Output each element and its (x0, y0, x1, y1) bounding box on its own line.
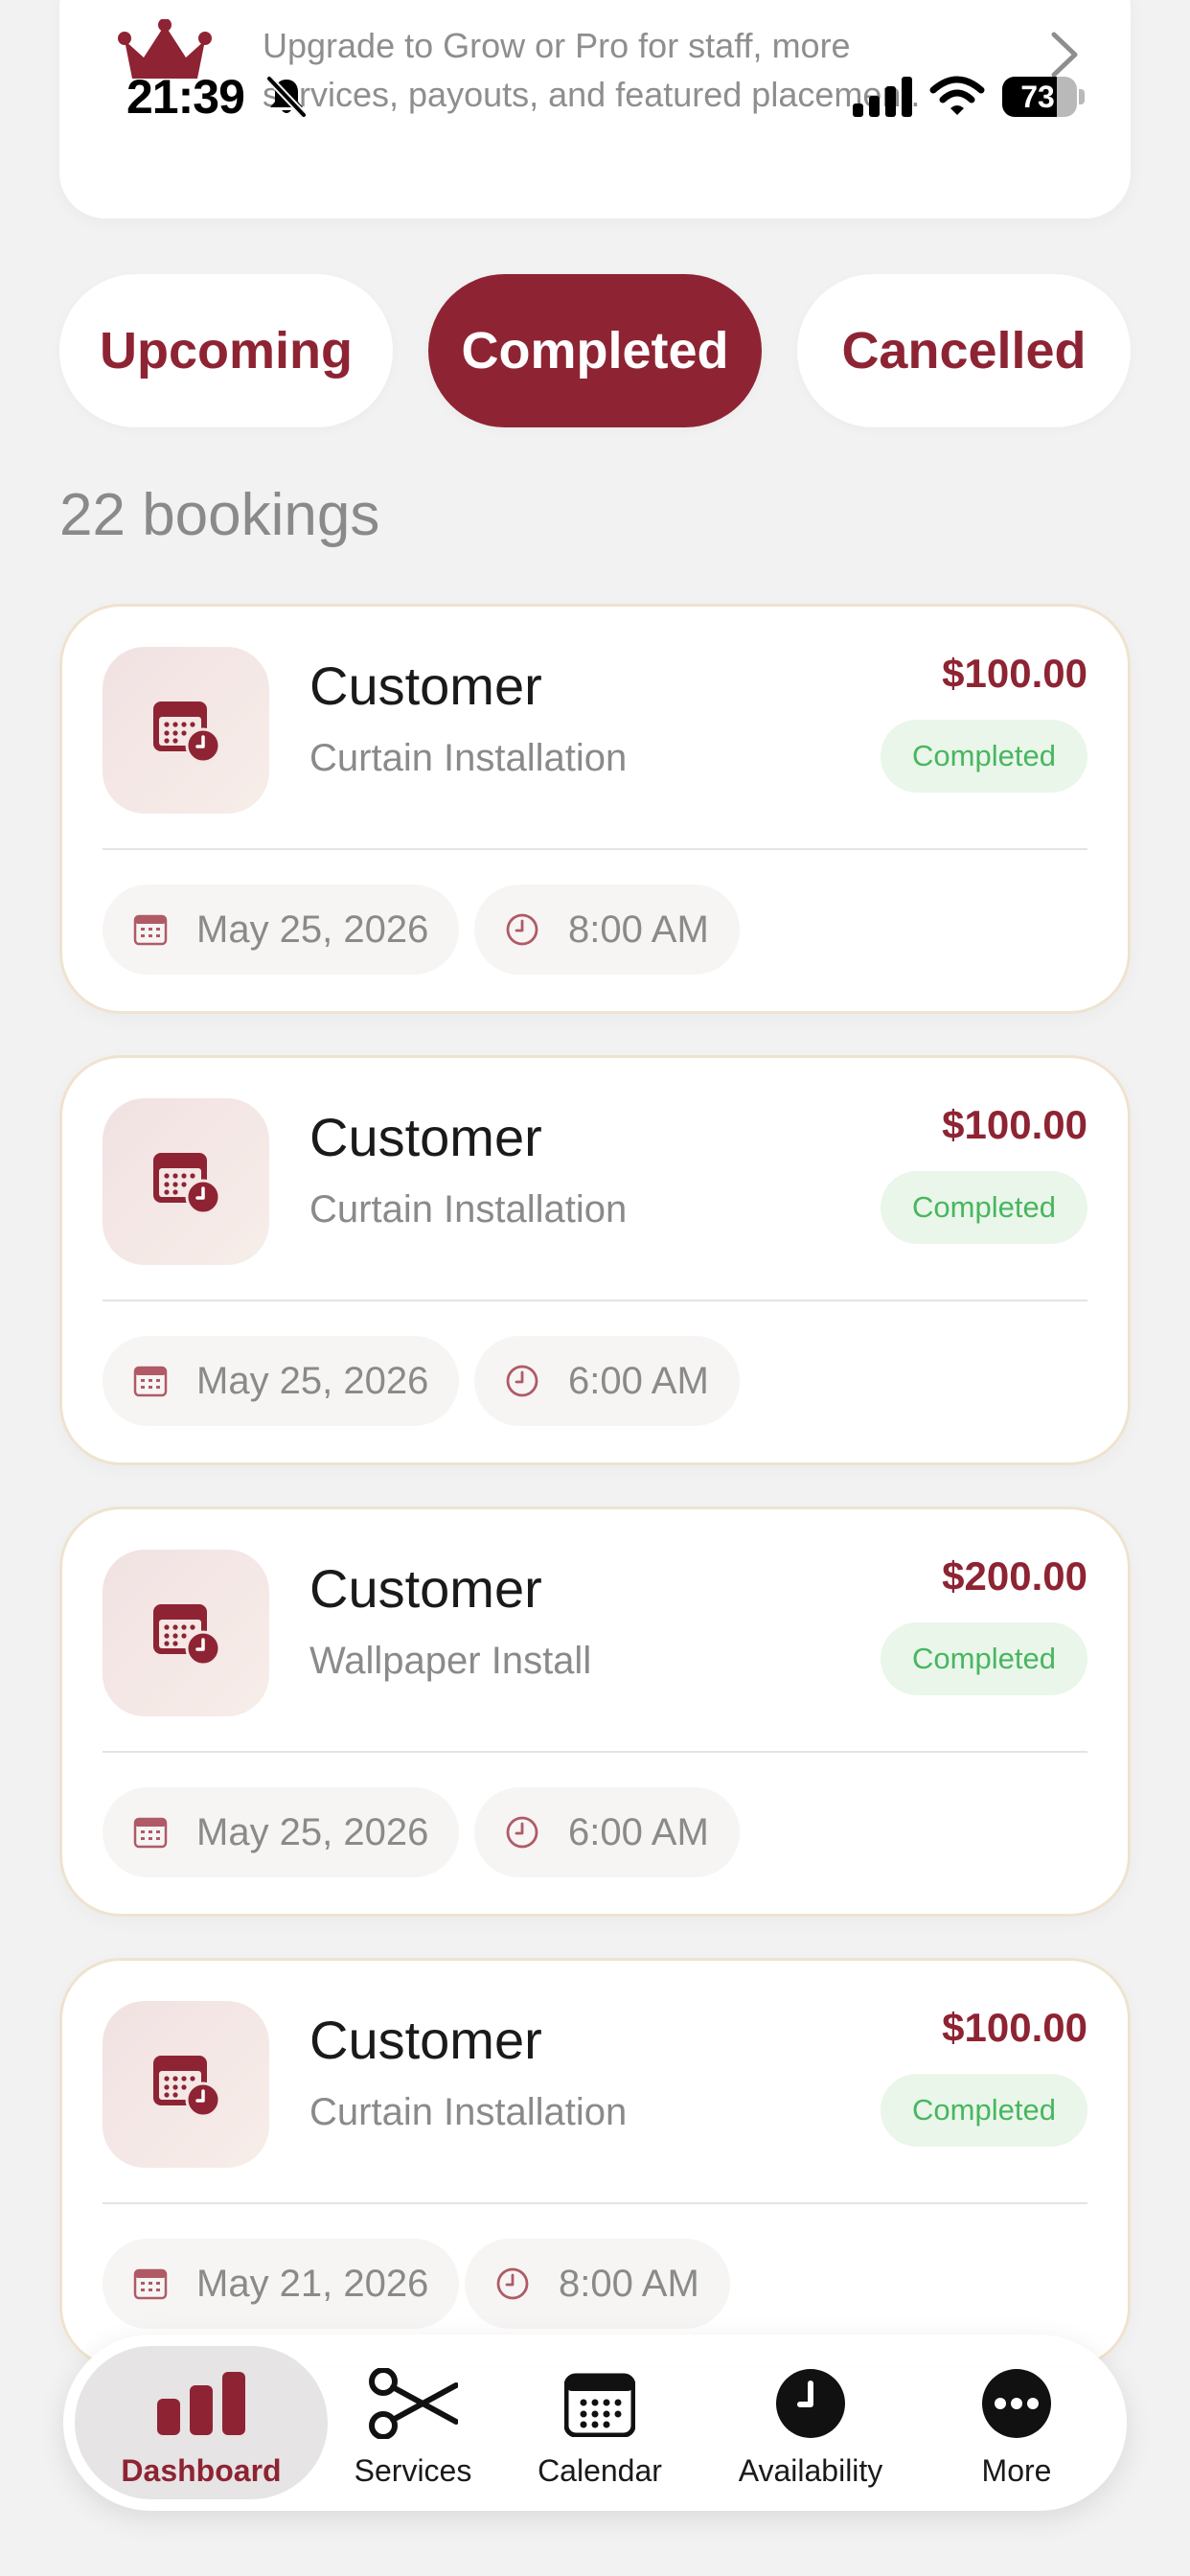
booking-card[interactable]: Customer Wallpaper Install $200.00 Complete… (59, 1506, 1131, 1917)
clock-icon (776, 2369, 845, 2438)
battery-icon: 73 (1002, 77, 1085, 117)
nav-dashboard-label: Dashboard (121, 2453, 282, 2488)
bottom-navigation: Dashboard Services Calendar Availability… (63, 2334, 1127, 2511)
service-name: Curtain Installation (309, 2091, 628, 2133)
booking-icon-tile (103, 647, 269, 814)
clock-small-icon (496, 2267, 529, 2300)
customer-name: Customer (309, 1107, 542, 1167)
customer-name: Customer (309, 1558, 542, 1619)
date-chip: May 25, 2026 (103, 885, 460, 975)
service-name: Wallpaper Install (309, 1640, 592, 1682)
nav-more[interactable]: More (945, 2346, 1088, 2499)
booking-calendar-icon (153, 2056, 220, 2117)
booking-time: 8:00 AM (559, 2262, 699, 2305)
booking-calendar-icon (153, 702, 220, 763)
booking-icon-tile (103, 1550, 269, 1716)
time-chip: 8:00 AM (465, 2239, 730, 2329)
nav-availability[interactable]: Availability (715, 2346, 906, 2499)
scissors-icon (369, 2368, 458, 2439)
calendar-small-icon (133, 1817, 168, 1849)
bar-chart-icon (157, 2372, 245, 2435)
card-divider (103, 1300, 1087, 1301)
date-chip: May 21, 2026 (103, 2239, 460, 2329)
booking-icon-tile (103, 2001, 269, 2168)
booking-card[interactable]: Customer Curtain Installation $100.00 Compl… (59, 1055, 1131, 1465)
date-chip: May 25, 2026 (103, 1336, 460, 1426)
nav-services[interactable]: Services (341, 2346, 485, 2499)
clock-small-icon (506, 1816, 538, 1849)
tab-cancelled[interactable]: Cancelled (797, 274, 1131, 427)
date-chip: May 25, 2026 (103, 1787, 460, 1877)
booking-calendar-icon (153, 1153, 220, 1214)
booking-date: May 25, 2026 (196, 1359, 429, 1402)
status-badge: Completed (881, 1171, 1087, 1244)
calendar-small-icon (133, 1366, 168, 1397)
cellular-signal-icon (853, 77, 912, 117)
calendar-small-icon (133, 2268, 168, 2300)
time-chip: 8:00 AM (474, 885, 740, 975)
customer-name: Customer (309, 2010, 542, 2070)
calendar-small-icon (133, 914, 168, 946)
booking-time: 8:00 AM (568, 908, 709, 951)
booking-price: $100.00 (942, 651, 1087, 696)
status-time: 21:39 (126, 70, 245, 124)
booking-icon-tile (103, 1098, 269, 1265)
tab-completed[interactable]: Completed (428, 274, 762, 427)
booking-price: $100.00 (942, 1102, 1087, 1147)
time-chip: 6:00 AM (474, 1787, 740, 1877)
nav-availability-label: Availability (738, 2453, 883, 2488)
calendar-icon (564, 2373, 635, 2437)
booking-time: 6:00 AM (568, 1810, 709, 1853)
booking-date: May 25, 2026 (196, 1810, 429, 1853)
time-chip: 6:00 AM (474, 1336, 740, 1426)
service-name: Curtain Installation (309, 1188, 628, 1230)
nav-calendar[interactable]: Calendar (514, 2346, 686, 2499)
clock-small-icon (506, 1365, 538, 1397)
upgrade-banner-text: Upgrade to Grow or Pro for staff, more s… (263, 26, 921, 114)
card-divider (103, 2202, 1087, 2204)
booking-price: $200.00 (942, 1553, 1087, 1598)
booking-card[interactable]: Customer Curtain Installation $100.00 Compl… (59, 1958, 1131, 2368)
booking-date: May 21, 2026 (196, 2262, 429, 2305)
customer-name: Customer (309, 656, 542, 716)
card-divider (103, 1751, 1087, 1753)
status-badge: Completed (881, 2074, 1087, 2147)
status-badge: Completed (881, 720, 1087, 793)
clock-small-icon (506, 913, 538, 946)
nav-dashboard[interactable]: Dashboard (75, 2346, 328, 2499)
tab-upcoming[interactable]: Upcoming (59, 274, 393, 427)
wifi-icon (929, 76, 985, 115)
more-dots-icon (982, 2369, 1051, 2438)
booking-date: May 25, 2026 (196, 908, 429, 951)
status-badge: Completed (881, 1622, 1087, 1695)
booking-card[interactable]: Customer Curtain Installation $100.00 Compl… (59, 604, 1131, 1014)
service-name: Curtain Installation (309, 737, 628, 779)
chevron-right-icon[interactable] (1050, 31, 1079, 79)
card-divider (103, 848, 1087, 850)
booking-time: 6:00 AM (568, 1359, 709, 1402)
nav-more-label: More (981, 2453, 1052, 2488)
booking-filter-tabs: Upcoming Completed Cancelled (59, 274, 1131, 427)
booking-price: $100.00 (942, 2005, 1087, 2050)
booking-calendar-icon (153, 1604, 220, 1666)
bookings-count: 22 bookings (59, 482, 380, 548)
battery-level: 73 (1020, 80, 1055, 114)
nav-calendar-label: Calendar (538, 2453, 662, 2488)
nav-services-label: Services (354, 2453, 472, 2488)
bell-slash-icon (266, 76, 307, 118)
